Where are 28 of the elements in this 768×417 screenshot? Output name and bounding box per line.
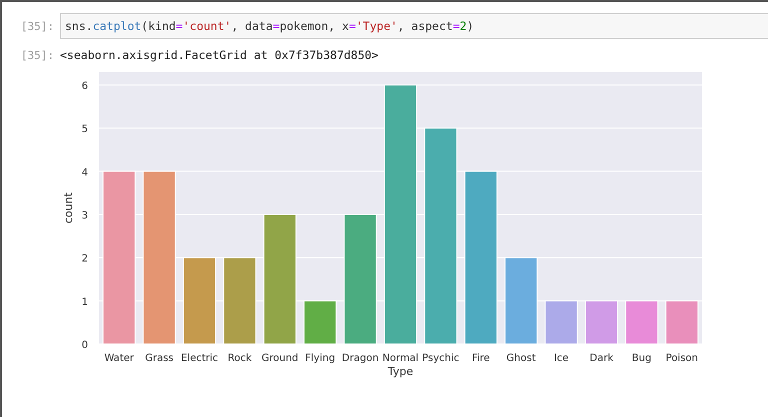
y-tick-label: 5 xyxy=(82,124,88,136)
cell-prompt: [35]: xyxy=(20,20,54,32)
x-tick-label: Dark xyxy=(590,353,614,364)
y-tick-label: 2 xyxy=(82,254,88,265)
y-tick-label: 3 xyxy=(82,210,88,222)
y-tick-label: 4 xyxy=(82,167,88,178)
x-tick-label: Water xyxy=(104,353,134,364)
x-tick-label: Normal xyxy=(382,353,419,364)
y-tick-label: 1 xyxy=(82,296,88,308)
x-tick-label: Fire xyxy=(472,353,490,364)
x-tick-label: Electric xyxy=(180,353,218,364)
x-tick-label: Ground xyxy=(262,353,298,364)
y-tick-label: 0 xyxy=(82,340,88,351)
x-tick-label: Grass xyxy=(145,353,174,364)
x-tick-label: Bug xyxy=(632,353,652,364)
x-tick-label: Ghost xyxy=(506,353,536,364)
x-axis-label: Type xyxy=(388,365,414,378)
code-input[interactable]: sns.catplot(kind='count', data=pokemon, x='Type', aspect=2) xyxy=(60,13,768,39)
y-axis-label: count xyxy=(62,192,75,224)
cell-prompt: [35]: xyxy=(20,48,54,62)
x-tick-label: Flying xyxy=(305,353,336,364)
x-tick-label: Psychic xyxy=(422,353,460,364)
x-tick-label: Dragon xyxy=(342,353,379,364)
x-tick-label: Rock xyxy=(228,353,252,364)
x-tick-label: Poison xyxy=(666,353,698,364)
output-text: <seaborn.axisgrid.FacetGrid at 0x7f37b387d850> xyxy=(60,48,378,62)
y-tick-label: 6 xyxy=(82,80,88,92)
x-tick-label: Ice xyxy=(554,353,569,364)
